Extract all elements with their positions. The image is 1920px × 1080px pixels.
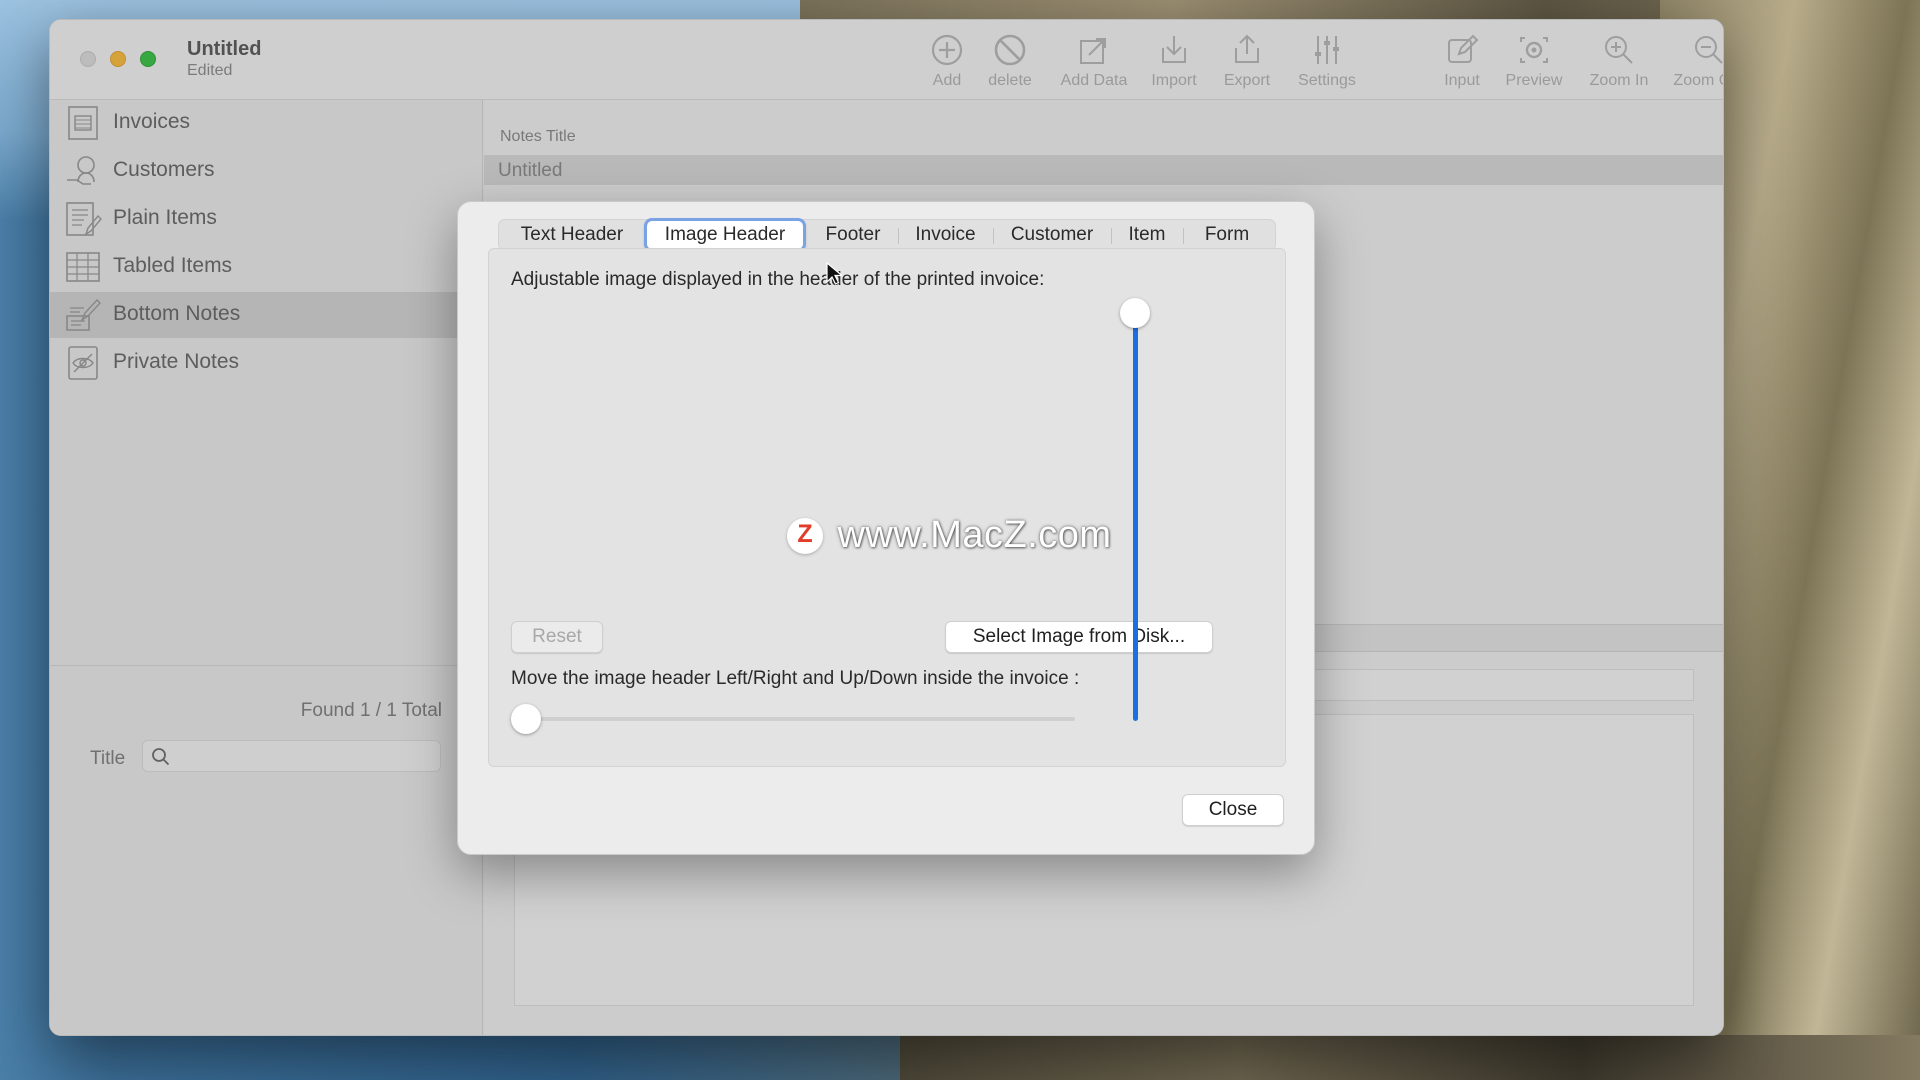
toolbar-export-label: Export: [1223, 72, 1271, 89]
watermark-text: www.MacZ.com: [837, 514, 1112, 556]
toolbar-add-data-button[interactable]: Add Data: [1053, 32, 1135, 98]
sidebar-label-customers: Customers: [113, 158, 215, 181]
toolbar-settings-button[interactable]: Settings: [1289, 32, 1365, 98]
toolbar-preview-label: Preview: [1505, 72, 1563, 89]
move-description: Move the image header Left/Right and Up/…: [511, 668, 1080, 689]
image-header-description: Adjustable image displayed in the header…: [511, 269, 1045, 290]
search-field[interactable]: [142, 740, 441, 772]
search-input[interactable]: [177, 744, 432, 768]
mouse-cursor-icon: [826, 262, 842, 285]
notes-icon: [66, 298, 101, 331]
sidebar-label-plain-items: Plain Items: [113, 206, 217, 229]
tab-text-header[interactable]: Text Header: [503, 220, 641, 250]
toolbar-input-label: Input: [1444, 72, 1480, 89]
sidebar-label-bottom-notes: Bottom Notes: [113, 302, 241, 325]
add-data-icon: [1080, 38, 1106, 64]
zoom-in-icon: [1605, 36, 1633, 64]
search-icon: [152, 748, 170, 766]
tab-form[interactable]: Form: [1184, 220, 1270, 250]
search-label: Title: [90, 748, 126, 769]
toolbar-add-button[interactable]: Add: [922, 32, 972, 98]
desktop-rocks: [900, 1035, 1920, 1080]
found-count: Found 1 / 1 Total: [300, 700, 442, 721]
sidebar-item-tabled-items[interactable]: Tabled Items: [50, 244, 483, 290]
watermark: Z www.MacZ.com: [787, 514, 1112, 556]
sidebar-item-invoices[interactable]: Invoices: [50, 100, 483, 146]
tab-image-header[interactable]: Image Header: [644, 218, 806, 252]
tab-item[interactable]: Item: [1112, 220, 1182, 250]
sidebar-divider: [50, 665, 483, 666]
notes-title-label: Notes Title: [500, 128, 576, 145]
table-icon: [66, 252, 100, 282]
toolbar-import-label: Import: [1151, 72, 1197, 89]
tab-bar: Text Header Image Header Footer Invoice …: [498, 218, 1276, 252]
sidebar-label-private-notes: Private Notes: [113, 350, 240, 373]
reset-button[interactable]: Reset: [511, 621, 603, 653]
toolbar-zoom-out-label: Zoom Out: [1673, 72, 1723, 89]
toolbar-export-button[interactable]: Export: [1216, 32, 1278, 98]
plain-items-icon: [66, 202, 102, 236]
zoom-out-icon: [1695, 36, 1723, 64]
sidebar-item-plain-items[interactable]: Plain Items: [50, 196, 483, 242]
image-header-panel: Adjustable image displayed in the header…: [488, 248, 1286, 767]
watermark-logo: Z: [787, 517, 823, 554]
toolbar-add-data-label: Add Data: [1060, 72, 1128, 89]
toolbar-zoom-out-button[interactable]: Zoom Out: [1668, 32, 1723, 98]
sidebar-item-customers[interactable]: Customers: [50, 148, 483, 194]
notes-title-value: Untitled: [498, 160, 563, 181]
toolbar-input-button[interactable]: Input: [1436, 32, 1488, 98]
horizontal-slider-knob[interactable]: [511, 704, 541, 734]
select-image-button[interactable]: Select Image from Disk...: [945, 621, 1213, 653]
tab-footer[interactable]: Footer: [809, 220, 897, 250]
close-button[interactable]: Close: [1182, 794, 1284, 826]
export-icon: [1235, 34, 1259, 63]
invoice-icon: [68, 106, 98, 140]
sliders-icon: [1315, 36, 1339, 64]
sidebar: Invoices Customers Plain Items Tabled It…: [50, 100, 483, 1035]
toolbar-import-button[interactable]: Import: [1143, 32, 1205, 98]
vertical-slider-knob[interactable]: [1120, 298, 1150, 328]
settings-sheet: Text Header Image Header Footer Invoice …: [457, 201, 1315, 855]
toolbar: Add delete Add Data Import Export Settin…: [50, 32, 1723, 102]
toolbar-zoom-in-label: Zoom In: [1589, 72, 1649, 89]
toolbar-delete-button[interactable]: delete: [977, 32, 1043, 98]
toolbar-add-label: Add: [932, 72, 962, 89]
plus-circle-icon: [931, 34, 963, 66]
watermark-logo-letter: Z: [797, 519, 813, 548]
notes-title-row[interactable]: Untitled: [484, 155, 1723, 185]
toolbar-preview-button[interactable]: Preview: [1498, 32, 1570, 98]
tab-invoice[interactable]: Invoice: [899, 220, 992, 250]
private-notes-icon: [68, 346, 98, 380]
pencil-square-icon: [1448, 34, 1479, 63]
prohibit-icon: [994, 34, 1026, 66]
toolbar-zoom-in-button[interactable]: Zoom In: [1584, 32, 1654, 98]
toolbar-settings-label: Settings: [1298, 72, 1356, 89]
tab-customer[interactable]: Customer: [994, 220, 1110, 250]
toolbar-delete-label: delete: [988, 72, 1032, 89]
vertical-slider-track[interactable]: [1133, 319, 1138, 721]
eye-icon: [1520, 37, 1548, 63]
title-bar: Untitled Edited Add delete Add Data Impo…: [50, 20, 1723, 100]
sidebar-item-bottom-notes[interactable]: Bottom Notes: [50, 292, 483, 338]
sidebar-label-tabled-items: Tabled Items: [113, 254, 233, 277]
sidebar-label-invoices: Invoices: [113, 110, 191, 133]
import-icon: [1162, 36, 1186, 63]
customer-icon: [67, 156, 95, 185]
horizontal-slider-track[interactable]: [527, 717, 1075, 721]
sidebar-item-private-notes[interactable]: Private Notes: [50, 340, 483, 386]
